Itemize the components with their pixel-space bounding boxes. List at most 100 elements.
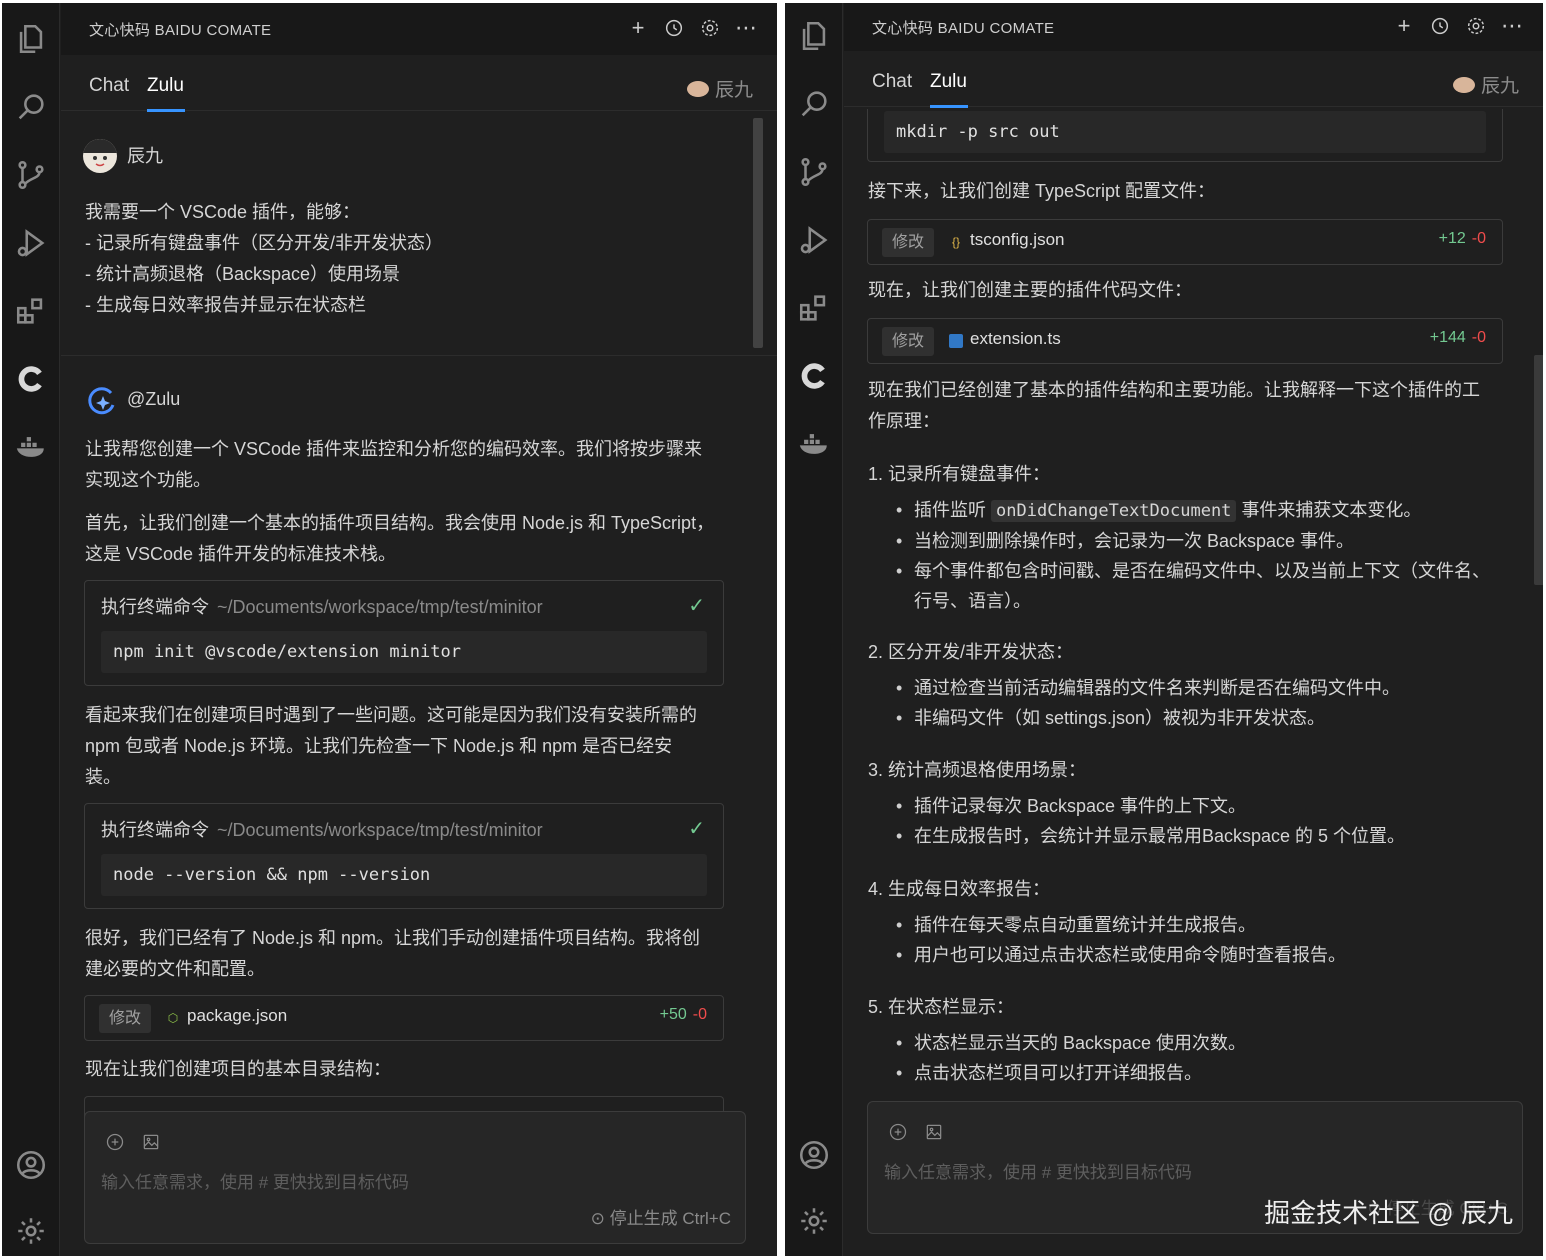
chat-content: mkdir -p src out 接下来，让我们创建 TypeScript 配置… xyxy=(844,109,1543,1256)
extensions-icon[interactable] xyxy=(792,286,836,330)
bot-paragraph-1: 让我帮您创建一个 VSCode 插件来监控和分析您的编码效率。我们将按步骤来 实… xyxy=(85,434,702,496)
account-icon[interactable] xyxy=(9,1143,53,1187)
new-chat-icon[interactable]: + xyxy=(625,15,651,41)
terminal-command-label: 执行终端命令 xyxy=(101,597,209,617)
inline-code: onDidChangeTextDocument xyxy=(991,500,1237,522)
bot-paragraph-5: 现在让我们创建项目的基本目录结构： xyxy=(85,1059,391,1079)
tab-chat[interactable]: Chat xyxy=(89,75,129,97)
more-icon[interactable]: ⋯ xyxy=(1499,13,1525,39)
source-control-icon[interactable] xyxy=(9,153,53,197)
bot-paragraph-3: 看起来我们在创建项目时遇到了一些问题。这可能是因为我们没有安装所需的 npm 包… xyxy=(85,700,697,793)
image-upload-icon[interactable] xyxy=(139,1130,163,1154)
history-icon[interactable] xyxy=(1427,13,1453,39)
list-item: 状态栏显示当天的 Backspace 使用次数。 xyxy=(896,1028,1246,1058)
message-divider xyxy=(61,355,777,356)
tab-zulu[interactable]: Zulu xyxy=(930,71,967,93)
image-upload-icon[interactable] xyxy=(922,1120,946,1144)
active-tab-indicator xyxy=(147,109,185,112)
chat-input[interactable]: 输入任意需求，使用 # 更快找到目标代码 ⊙ 停止生成 Ctrl+C xyxy=(84,1111,746,1244)
explorer-icon[interactable] xyxy=(792,14,836,58)
check-icon: ✓ xyxy=(688,818,705,840)
diff-removed: -0 xyxy=(1471,230,1486,247)
paragraph-line: 现在我们已经创建了基本的插件结构和主要功能。让我解释一下这个插件的工 xyxy=(868,380,1480,400)
user-mini-avatar xyxy=(686,80,709,97)
section-title: 2. 区分开发/非开发状态： xyxy=(868,642,1074,662)
explanation-section: 4. 生成每日效率报告： 插件在每天零点自动重置统计并生成报告。 用户也可以通过… xyxy=(868,874,1346,970)
diff-removed: -0 xyxy=(692,1006,707,1023)
search-icon[interactable] xyxy=(9,85,53,129)
list-item: 插件记录每次 Backspace 事件的上下文。 xyxy=(896,791,1405,821)
user-chip[interactable]: 辰九 xyxy=(686,75,753,102)
scrollbar[interactable] xyxy=(753,118,763,348)
extensions-icon[interactable] xyxy=(9,289,53,333)
gear-icon[interactable] xyxy=(697,15,723,41)
docker-icon[interactable] xyxy=(792,422,836,466)
tab-zulu[interactable]: Zulu xyxy=(147,75,184,97)
input-placeholder[interactable]: 输入任意需求，使用 # 更快找到目标代码 xyxy=(884,1158,1192,1183)
settings-icon[interactable] xyxy=(792,1199,836,1243)
add-context-icon[interactable] xyxy=(886,1120,910,1144)
list-item: 每个事件都包含时间戳、是否在编码文件中、以及当前上下文（文件名、行号、语言）。 xyxy=(896,556,1490,616)
modify-badge: 修改 xyxy=(882,327,935,356)
comate-icon[interactable] xyxy=(9,357,53,401)
stop-generation-label: 停止生成 Ctrl+C xyxy=(609,1209,731,1228)
diff-added: +50 xyxy=(659,1006,687,1023)
more-icon[interactable]: ⋯ xyxy=(733,15,759,41)
modify-badge: 修改 xyxy=(882,228,935,257)
nodejs-file-icon: ⬡ xyxy=(167,1011,179,1025)
search-icon[interactable] xyxy=(792,82,836,126)
list-item: 用户也可以通过点击状态栏或使用命令随时查看报告。 xyxy=(896,940,1346,970)
settings-icon[interactable] xyxy=(9,1209,53,1253)
watermark: 掘金技术社区 @ 辰九 xyxy=(1264,1198,1513,1228)
paragraph-line: 这是 VSCode 插件开发的标准技术栈。 xyxy=(85,544,397,564)
bot-name: @Zulu xyxy=(127,389,181,409)
account-icon[interactable] xyxy=(792,1133,836,1177)
user-message: 我需要一个 VSCode 插件，能够： - 记录所有键盘事件（区分开发/非开发状… xyxy=(85,197,443,321)
input-placeholder[interactable]: 输入任意需求，使用 # 更快找到目标代码 xyxy=(101,1168,409,1193)
file-change-card[interactable]: 修改 ⬡ package.json +50 -0 xyxy=(84,995,724,1041)
explanation-section: 5. 在状态栏显示： 状态栏显示当天的 Backspace 使用次数。 点击状态… xyxy=(868,992,1246,1088)
left-screenshot-panel: 文心快码 BAIDU COMATE + ⋯ Chat Zulu 辰九 辰九 我需… xyxy=(2,3,777,1256)
paragraph-line: 实现这个功能。 xyxy=(85,470,211,490)
user-chip[interactable]: 辰九 xyxy=(1452,71,1519,98)
terminal-command-code: node --version && npm --version xyxy=(101,854,707,896)
user-name: 辰九 xyxy=(127,146,163,166)
terminal-command-card[interactable]: 执行终端命令 ~/Documents/workspace/tmp/test/min… xyxy=(84,580,724,686)
stop-icon: ⊙ xyxy=(590,1209,610,1228)
activity-bar xyxy=(2,3,60,1256)
history-icon[interactable] xyxy=(661,15,687,41)
user-message-line: - 统计高频退格（Backspace）使用场景 xyxy=(85,264,401,284)
app-title: 文心快码 BAIDU COMATE xyxy=(89,21,272,39)
gear-icon[interactable] xyxy=(1463,13,1489,39)
active-tab-indicator xyxy=(930,105,968,108)
file-change-card[interactable]: 修改 extension.ts +144 -0 xyxy=(867,318,1503,364)
new-chat-icon[interactable]: + xyxy=(1391,13,1417,39)
terminal-command-card[interactable]: 执行终端命令 ~/Documents/workspace/tmp/test/min… xyxy=(84,803,724,909)
terminal-command-path: ~/Documents/workspace/tmp/test/minitor xyxy=(217,597,543,617)
run-debug-icon[interactable] xyxy=(9,221,53,265)
tab-chat[interactable]: Chat xyxy=(872,71,912,93)
section-title: 4. 生成每日效率报告： xyxy=(868,879,1051,899)
diff-stats: +50 -0 xyxy=(660,1006,707,1024)
terminal-command-header: 执行终端命令 ~/Documents/workspace/tmp/test/min… xyxy=(101,593,543,619)
stop-generation-button[interactable]: ⊙ 停止生成 Ctrl+C xyxy=(591,1204,731,1229)
explorer-icon[interactable] xyxy=(9,17,53,61)
title-bar: 文心快码 BAIDU COMATE + ⋯ xyxy=(61,3,777,55)
user-avatar xyxy=(83,139,117,173)
terminal-command-label: 执行终端命令 xyxy=(101,820,209,840)
code-card[interactable]: mkdir -p src out xyxy=(867,109,1503,162)
docker-icon[interactable] xyxy=(9,425,53,469)
add-context-icon[interactable] xyxy=(103,1130,127,1154)
paragraph-line: 让我帮您创建一个 VSCode 插件来监控和分析您的编码效率。我们将按步骤来 xyxy=(85,439,703,459)
paragraph-line: 作原理： xyxy=(868,411,940,431)
source-control-icon[interactable] xyxy=(792,150,836,194)
user-message-line: - 记录所有键盘事件（区分开发/非开发状态） xyxy=(85,233,443,253)
scrollbar[interactable] xyxy=(1534,355,1543,585)
zulu-logo-icon xyxy=(85,383,119,417)
file-name: extension.ts xyxy=(970,329,1061,348)
file-change-card[interactable]: 修改 {} tsconfig.json +12 -0 xyxy=(867,219,1503,265)
run-debug-icon[interactable] xyxy=(792,218,836,262)
app-title: 文心快码 BAIDU COMATE xyxy=(872,19,1055,37)
comate-icon[interactable] xyxy=(792,354,836,398)
comate-sidebar: 文心快码 BAIDU COMATE + ⋯ Chat Zulu 辰九 mkdir… xyxy=(844,3,1543,1256)
